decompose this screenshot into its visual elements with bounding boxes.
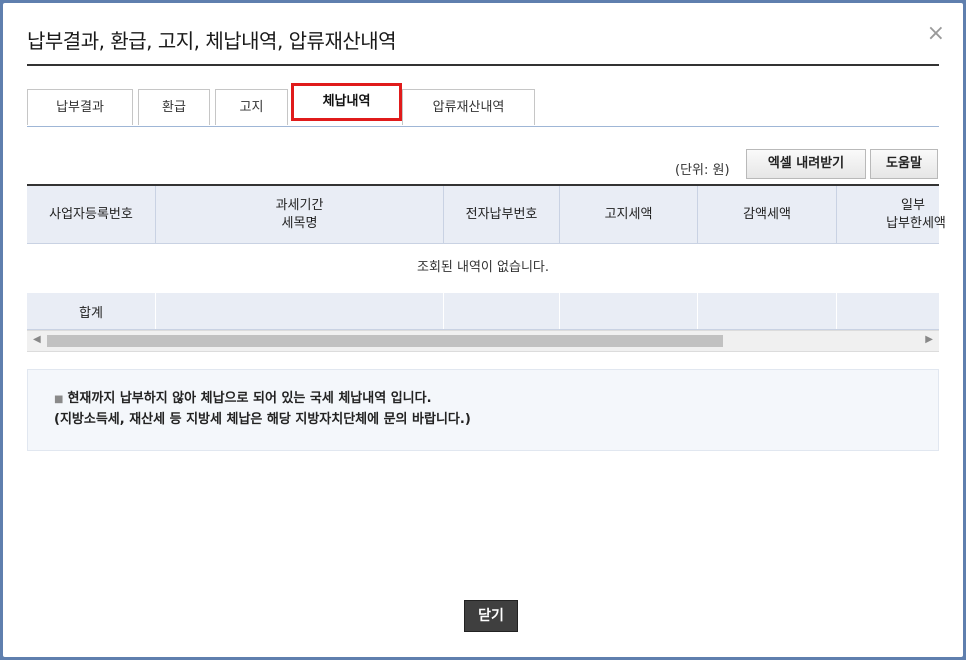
notice-line-2: (지방소득세, 재산세 등 지방세 체납은 해당 지방자치단체에 문의 바랍니다… [54, 412, 471, 427]
horizontal-scrollbar[interactable]: ◀ ▶ [27, 330, 939, 352]
close-icon[interactable]: × [927, 23, 945, 45]
total-cell [698, 293, 837, 329]
header-notice-amount: 고지세액 [560, 186, 698, 243]
header-partial-paid: 일부 납부한세액 [886, 197, 946, 231]
tab-bar: 납부결과 환급 고지 체납내역 압류재산내역 [27, 83, 939, 127]
close-button[interactable]: 닫기 [464, 600, 518, 632]
header-reduced-amount: 감액세액 [698, 186, 837, 243]
scroll-left-icon[interactable]: ◀ [33, 334, 41, 345]
unit-label: (단위: 원) [675, 163, 730, 178]
total-row: 합계 [27, 293, 939, 330]
notice-line-1: ■ 현재까지 납부하지 않아 체납으로 되어 있는 국세 체납내역 입니다. [54, 391, 432, 406]
total-cell [837, 293, 939, 329]
notice-box: ■ 현재까지 납부하지 않아 체납으로 되어 있는 국세 체납내역 입니다. (지… [27, 369, 939, 451]
dialog-title: 납부결과, 환급, 고지, 체납내역, 압류재산내역 [27, 29, 397, 53]
dialog: 납부결과, 환급, 고지, 체납내역, 압류재산내역 × 납부결과 환급 고지 … [3, 3, 963, 657]
total-cell [444, 293, 560, 329]
tab-arrears[interactable]: 체납내역 [291, 83, 402, 121]
excel-download-button[interactable]: 엑셀 내려받기 [746, 149, 866, 179]
total-cell [156, 293, 444, 329]
table-header: 사업자등록번호 과세기간 세목명 전자납부번호 고지세액 감액세액 일부 납부한… [27, 186, 946, 244]
tab-notice[interactable]: 고지 [215, 89, 288, 125]
scroll-right-icon[interactable]: ▶ [925, 334, 933, 345]
total-label: 합계 [27, 293, 156, 329]
header-epay-number: 전자납부번호 [444, 186, 560, 243]
title-divider [27, 64, 939, 66]
scrollbar-thumb[interactable] [47, 335, 723, 347]
bullet-icon: ■ [54, 394, 64, 405]
tab-seized-property[interactable]: 압류재산내역 [402, 89, 535, 125]
header-business-number: 사업자등록번호 [27, 186, 156, 243]
header-period-tax: 과세기간 세목명 [156, 186, 444, 243]
help-button[interactable]: 도움말 [870, 149, 938, 179]
tab-refund[interactable]: 환급 [138, 89, 210, 125]
total-cell [560, 293, 698, 329]
tab-payment-result[interactable]: 납부결과 [27, 89, 133, 125]
empty-message: 조회된 내역이 없습니다. [417, 260, 549, 275]
